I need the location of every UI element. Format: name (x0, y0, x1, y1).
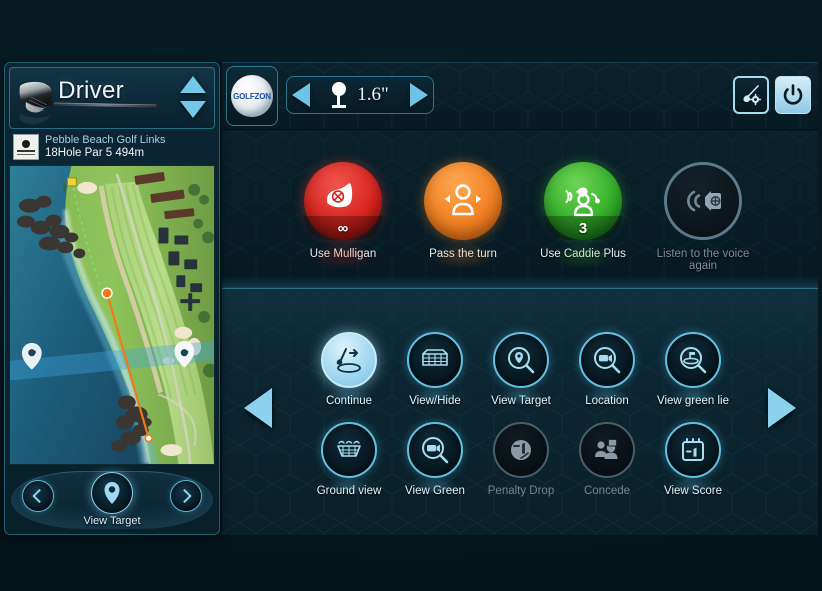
grid-button-location[interactable]: Location (564, 332, 650, 407)
location-circle (579, 332, 635, 406)
brand-label: GOLFZON (233, 91, 271, 101)
page-prev-arrow[interactable] (244, 388, 272, 428)
mulligan-circle: ∞ (304, 162, 382, 270)
green-lie-zoom-icon (680, 347, 707, 374)
aerial-course-map (10, 166, 214, 464)
view-target-label: View Target (83, 515, 141, 527)
hex-pattern-background (222, 289, 818, 535)
target-pin-button[interactable] (91, 472, 133, 514)
caddie-plus-circle: 3 (544, 162, 622, 270)
pass-turn-person-icon (445, 184, 481, 216)
golfzon-logo-button[interactable]: GOLFZON (226, 66, 278, 126)
continue-circle (321, 332, 377, 406)
club-up-button[interactable] (180, 76, 206, 93)
power-button[interactable] (775, 76, 811, 114)
tee-height-value: 1.6" (357, 84, 389, 105)
pass-turn-circle (424, 162, 502, 270)
course-map[interactable] (9, 165, 215, 465)
grid-button-ground-view[interactable]: Ground view (306, 422, 392, 497)
course-info: Pebble Beach Golf Links 18Hole Par 5 494… (9, 129, 215, 165)
action-use-mulligan[interactable]: ∞ Use Mulligan (283, 162, 403, 270)
grid-label: Penalty Drop (487, 485, 555, 497)
action-use-caddie-plus[interactable]: 3 Use Caddie Plus (523, 162, 643, 270)
secondary-actions-panel (222, 288, 818, 535)
power-icon (783, 84, 803, 105)
ground-view-icon (337, 440, 361, 457)
grid-button-view-green-lie[interactable]: View green lie (650, 332, 736, 407)
view-hide-circle (407, 332, 463, 406)
tee-height-display: 1.6" (331, 82, 389, 108)
grid-label: Concede (583, 485, 631, 497)
tee-decrease-button[interactable] (292, 83, 310, 107)
club-name-label: Driver (58, 77, 124, 104)
club-selector[interactable]: Driver (9, 67, 215, 129)
action-listen-to-voice-again[interactable]: Listen to the voice again (643, 162, 763, 272)
concede-circle (579, 422, 635, 478)
club-down-button[interactable] (180, 101, 206, 118)
ground-view-circle (321, 422, 377, 496)
grid-overlay-icon (422, 349, 448, 366)
target-next-button[interactable] (170, 480, 202, 512)
mulligan-club-icon (326, 183, 353, 208)
caddie-count-badge: 3 (544, 216, 622, 240)
view-score-circle (665, 422, 721, 496)
view-green-lie-circle (665, 332, 721, 406)
view-target-control: View Target (9, 467, 215, 531)
page-next-arrow[interactable] (768, 388, 796, 428)
view-green-circle (407, 422, 463, 496)
target-prev-button[interactable] (22, 480, 54, 512)
grid-button-view-target[interactable]: View Target (478, 332, 564, 407)
golf-simulator-screen: GOLFZON 1.6" ∞ 3 Listen voice again View… (0, 0, 822, 591)
golf-tee-icon (331, 82, 347, 108)
grid-button-penalty-drop[interactable]: Penalty Drop (478, 422, 564, 497)
penalty-minus-one-icon (511, 440, 531, 460)
chevron-left-icon (32, 488, 47, 504)
club-settings-button[interactable] (733, 76, 769, 114)
grid-button-view-score[interactable]: View Score (650, 422, 736, 497)
grid-button-view-green[interactable]: View Green (392, 422, 478, 497)
hole-info-label: 18Hole Par 5 494m (45, 146, 145, 159)
golf-ball-icon: GOLFZON (231, 75, 273, 117)
location-pin-icon (104, 482, 120, 504)
camera-zoom-icon (594, 347, 621, 374)
caddie-plus-icon (565, 187, 600, 217)
penalty-drop-circle (493, 422, 549, 478)
left-info-panel: Driver Pebble Beach Golf Links 18Hole Pa… (4, 62, 220, 535)
voice-replay-circle (664, 162, 742, 240)
voice-replay-icon (687, 190, 721, 212)
view-target-circle (493, 332, 549, 406)
chevron-right-icon (177, 488, 192, 504)
tee-increase-button[interactable] (409, 83, 428, 107)
mulligan-count-badge: ∞ (304, 216, 382, 240)
target-pin-zoom-icon (508, 347, 535, 374)
concede-players-icon (595, 439, 618, 459)
panel-divider (222, 275, 818, 289)
grid-button-view-hide[interactable]: View/Hide (392, 332, 478, 407)
club-settings-icon (743, 85, 762, 106)
pebble-beach-logo (13, 134, 39, 160)
grid-button-concede[interactable]: Concede (564, 422, 650, 497)
camera-zoom-icon (422, 437, 449, 464)
tee-height-control[interactable]: 1.6" (286, 76, 434, 114)
continue-swing-icon (336, 348, 361, 373)
scorecard-minus-one-icon (682, 438, 704, 461)
action-pass-the-turn[interactable]: Pass the turn (403, 162, 523, 270)
grid-button-continue[interactable]: Continue (306, 332, 392, 407)
course-name-label: Pebble Beach Golf Links (45, 133, 166, 146)
